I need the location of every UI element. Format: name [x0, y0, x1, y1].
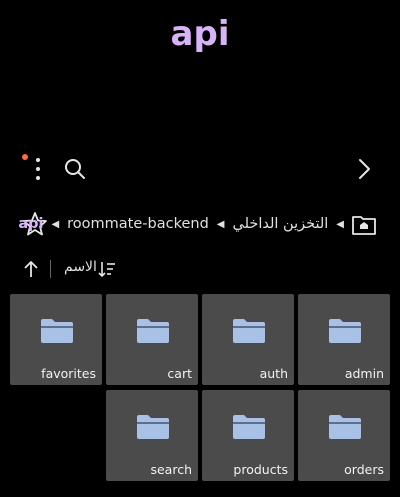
folder-icon: [137, 319, 169, 343]
folder-icon: [233, 415, 265, 439]
breadcrumb-separator-icon: ◀: [51, 218, 60, 230]
folder-tile[interactable]: admin: [298, 294, 390, 385]
folder-name: auth: [259, 366, 288, 381]
folder-tile[interactable]: favorites: [10, 294, 102, 385]
folder-tile[interactable]: auth: [202, 294, 294, 385]
divider: [50, 260, 51, 278]
breadcrumb-item-roommate-backend[interactable]: roommate-backend: [67, 216, 209, 232]
home-folder-icon: [352, 216, 376, 235]
folder-tile[interactable]: orders: [298, 390, 390, 481]
folder-name: search: [150, 462, 192, 477]
more-vertical-icon-dot: [36, 176, 40, 180]
more-options-button[interactable]: [22, 154, 48, 182]
sort-order-icon: [98, 262, 115, 278]
toolbar: [0, 150, 400, 188]
folder-icon: [233, 319, 265, 343]
folder-name: admin: [344, 366, 384, 381]
forward-button[interactable]: [352, 156, 376, 182]
folder-tile[interactable]: products: [202, 390, 294, 481]
arrow-up-icon: [24, 261, 38, 277]
breadcrumb-item-current[interactable]: api: [18, 216, 43, 232]
folder-name: favorites: [41, 366, 96, 381]
breadcrumb: api ◀ roommate-backend ◀ التخزين الداخلي…: [0, 208, 400, 240]
folder-name: products: [233, 462, 288, 477]
breadcrumb-separator-icon: ◀: [216, 218, 225, 230]
page-title: api: [170, 14, 230, 54]
folder-name: orders: [344, 462, 384, 477]
breadcrumb-item-internal-storage[interactable]: التخزين الداخلي: [232, 216, 328, 232]
sort-bar: الاسم: [0, 256, 400, 282]
folder-icon: [41, 319, 73, 343]
more-vertical-icon-dot: [36, 167, 40, 171]
folder-icon: [329, 319, 361, 343]
breadcrumb-path: api ◀ roommate-backend ◀ التخزين الداخلي…: [18, 208, 344, 240]
more-vertical-icon: [36, 158, 40, 162]
breadcrumb-separator-icon: ◀: [336, 218, 344, 230]
folder-tile[interactable]: cart: [106, 294, 198, 385]
notification-dot: [22, 154, 28, 160]
folder-name: cart: [167, 366, 192, 381]
home-button[interactable]: [350, 210, 378, 238]
folder-grid: admin auth cart favorites orders products sear…: [10, 294, 390, 481]
search-icon: [65, 159, 85, 179]
chevron-right-icon: [359, 159, 370, 179]
folder-tile[interactable]: search: [106, 390, 198, 481]
search-button[interactable]: [62, 156, 88, 182]
folder-icon: [137, 415, 169, 439]
folder-icon: [329, 415, 361, 439]
sort-order-button[interactable]: [98, 260, 116, 278]
sort-direction-button[interactable]: [22, 259, 40, 279]
sort-label[interactable]: الاسم: [64, 259, 97, 275]
